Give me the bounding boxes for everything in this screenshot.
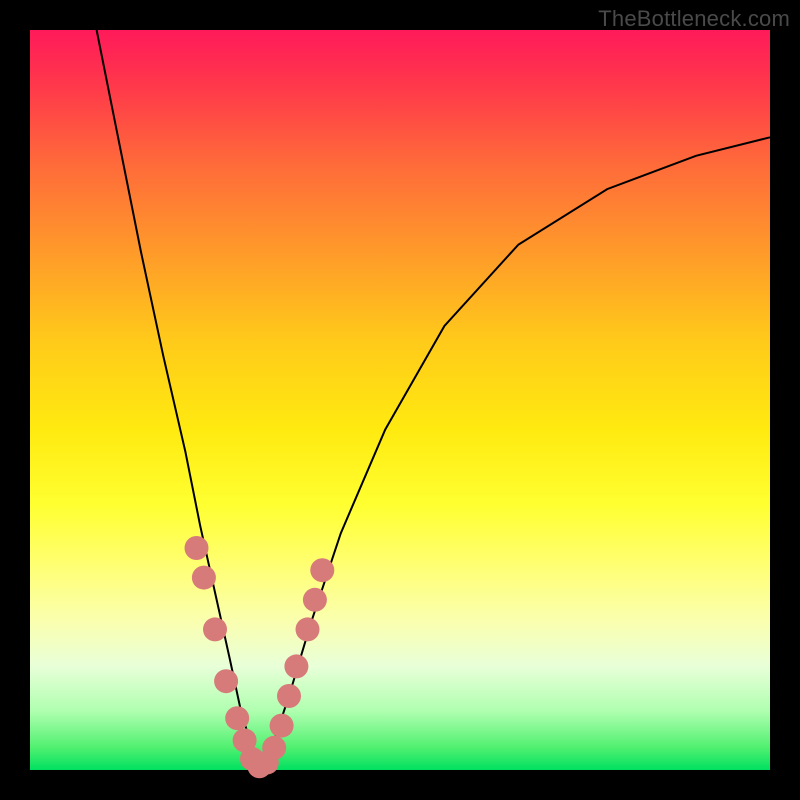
marker-dot bbox=[277, 684, 301, 708]
watermark-text: TheBottleneck.com bbox=[598, 6, 790, 32]
marker-dot bbox=[303, 588, 327, 612]
marker-dot bbox=[270, 714, 294, 738]
marker-dot bbox=[284, 654, 308, 678]
marker-dot bbox=[214, 669, 238, 693]
chart-svg bbox=[30, 30, 770, 770]
markers-layer bbox=[185, 536, 335, 778]
marker-dot bbox=[185, 536, 209, 560]
curve-right-branch bbox=[259, 137, 770, 770]
plot-area bbox=[30, 30, 770, 770]
curve-left-branch bbox=[97, 30, 260, 770]
marker-dot bbox=[310, 558, 334, 582]
marker-dot bbox=[192, 566, 216, 590]
marker-dot bbox=[262, 736, 286, 760]
marker-dot bbox=[225, 706, 249, 730]
marker-dot bbox=[203, 617, 227, 641]
lines-layer bbox=[97, 30, 770, 770]
marker-dot bbox=[296, 617, 320, 641]
